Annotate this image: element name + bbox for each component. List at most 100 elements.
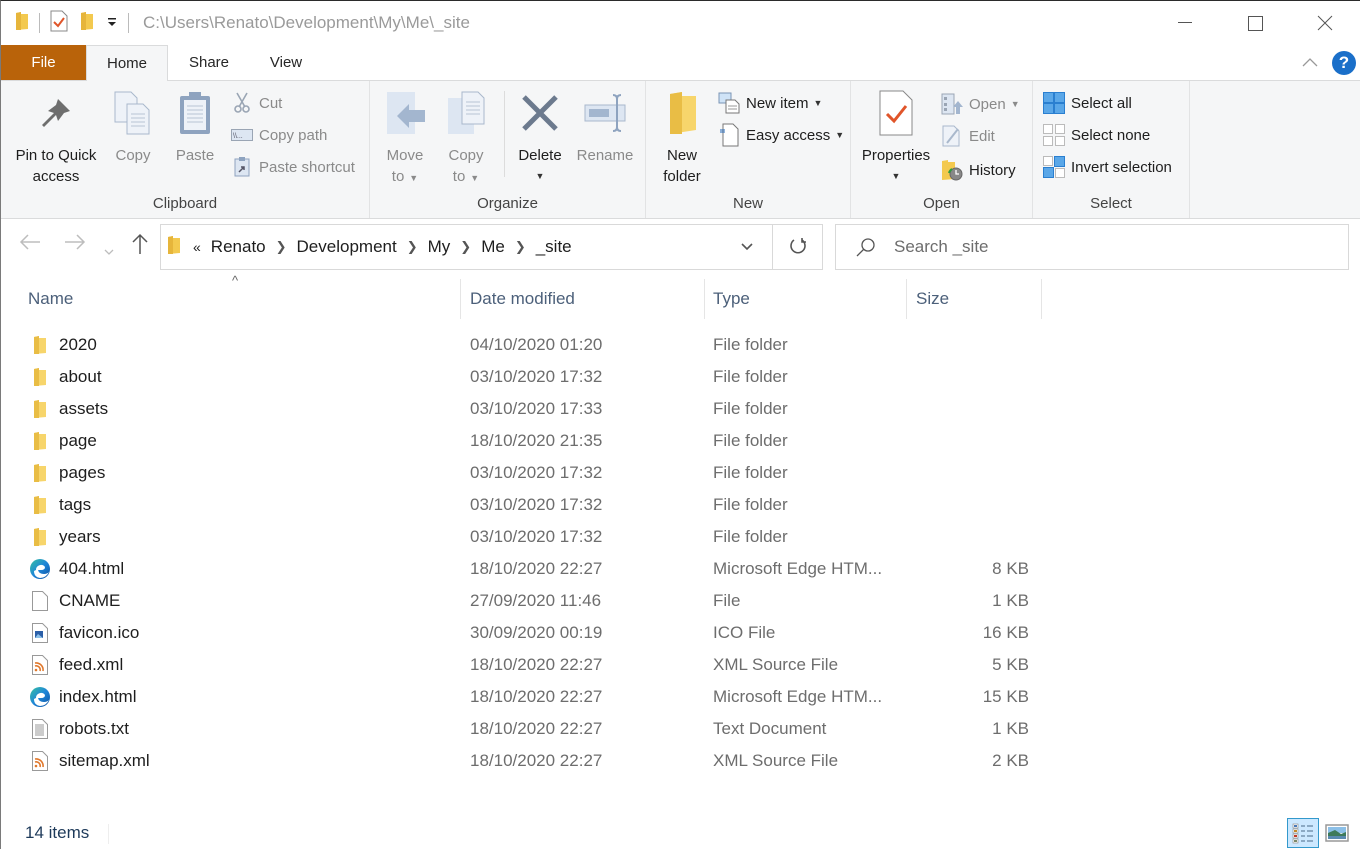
select-none-icon — [1043, 124, 1065, 146]
window-title: C:\Users\Renato\Development\My\Me\_site — [143, 13, 470, 32]
file-name-cell[interactable]: index.html — [29, 681, 136, 713]
maximize-button[interactable] — [1220, 1, 1290, 45]
blank-file-icon — [29, 590, 51, 612]
file-size: 5 KB — [992, 655, 1029, 674]
breadcrumb-chevron-icon[interactable]: ❯ — [515, 239, 526, 255]
back-arrow-icon[interactable] — [19, 233, 41, 257]
folder-icon — [29, 494, 51, 516]
refresh-button[interactable] — [772, 225, 822, 269]
column-divider[interactable] — [704, 279, 705, 319]
select-all-button[interactable]: Select all — [1043, 90, 1132, 116]
paste-button[interactable]: Paste — [171, 87, 219, 166]
invert-selection-button[interactable]: Invert selection — [1043, 154, 1172, 180]
new-folder-icon[interactable] — [80, 11, 94, 36]
address-history-dropdown[interactable] — [722, 225, 772, 269]
file-row[interactable]: CNAME 27/09/2020 11:46 File 1 KB — [1, 585, 1360, 617]
column-divider[interactable] — [906, 279, 907, 319]
help-icon[interactable]: ? — [1332, 51, 1356, 75]
customize-dropdown-icon[interactable] — [106, 16, 118, 31]
search-input[interactable]: Search _site — [835, 224, 1349, 270]
file-name-cell[interactable]: CNAME — [29, 585, 120, 617]
column-header-type[interactable]: Type — [713, 277, 903, 321]
select-none-button[interactable]: Select none — [1043, 122, 1150, 148]
new-folder-button[interactable]: New folder — [656, 87, 708, 187]
easy-access-button[interactable]: Easy access ▼ — [718, 122, 844, 148]
file-row[interactable]: 2020 04/10/2020 01:20 File folder — [1, 329, 1360, 361]
tab-share[interactable]: Share — [168, 45, 250, 80]
file-name-cell[interactable]: pages — [29, 457, 105, 489]
file-name-cell[interactable]: 404.html — [29, 553, 124, 585]
breadcrumb-development[interactable]: Development — [297, 237, 397, 257]
file-name-cell[interactable]: favicon.ico — [29, 617, 139, 649]
file-row[interactable]: index.html 18/10/2020 22:27 Microsoft Ed… — [1, 681, 1360, 713]
minimize-button[interactable] — [1150, 1, 1220, 45]
breadcrumb-chevron-icon[interactable]: ❯ — [407, 239, 418, 255]
column-header-date-modified[interactable]: Date modified — [470, 277, 700, 321]
file-name-cell[interactable]: robots.txt — [29, 713, 129, 745]
copy-button[interactable]: Copy — [109, 87, 157, 166]
file-name-cell[interactable]: feed.xml — [29, 649, 123, 681]
file-row[interactable]: favicon.ico 30/09/2020 00:19 ICO File 16… — [1, 617, 1360, 649]
breadcrumb-chevron-icon[interactable]: ❯ — [460, 239, 471, 255]
recent-locations-chevron-icon[interactable] — [104, 239, 114, 262]
details-view-button[interactable] — [1287, 818, 1319, 848]
breadcrumb-renato[interactable]: Renato — [211, 237, 266, 257]
column-divider[interactable] — [1041, 279, 1042, 319]
file-row[interactable]: page 18/10/2020 21:35 File folder — [1, 425, 1360, 457]
copy-path-icon: \\... — [231, 124, 253, 146]
breadcrumb-chevron-icon[interactable]: ❯ — [276, 239, 287, 255]
file-name-cell[interactable]: sitemap.xml — [29, 745, 150, 777]
file-row[interactable]: about 03/10/2020 17:32 File folder — [1, 361, 1360, 393]
history-button[interactable]: History — [941, 157, 1016, 183]
properties-button[interactable]: Properties ▼ — [859, 87, 933, 187]
breadcrumb-me[interactable]: Me — [481, 237, 505, 257]
file-row[interactable]: robots.txt 18/10/2020 22:27 Text Documen… — [1, 713, 1360, 745]
delete-button[interactable]: Delete ▼ — [514, 87, 566, 187]
file-row[interactable]: tags 03/10/2020 17:32 File folder — [1, 489, 1360, 521]
file-name-cell[interactable]: about — [29, 361, 102, 393]
copy-path-button[interactable]: \\... Copy path — [231, 122, 327, 148]
collapse-ribbon-icon[interactable] — [1302, 54, 1318, 72]
forward-arrow-icon[interactable] — [64, 233, 86, 257]
file-name-cell[interactable]: 2020 — [29, 329, 97, 361]
file-name: tags — [59, 495, 92, 514]
breadcrumb-overflow[interactable]: « — [193, 239, 201, 255]
properties-icon[interactable] — [50, 10, 68, 37]
cut-button[interactable]: Cut — [231, 90, 282, 116]
file-row[interactable]: sitemap.xml 18/10/2020 22:27 XML Source … — [1, 745, 1360, 777]
file-row[interactable]: pages 03/10/2020 17:32 File folder — [1, 457, 1360, 489]
edit-button[interactable]: Edit — [941, 123, 995, 149]
move-to-button[interactable]: Move to ▼ — [380, 87, 430, 189]
tab-view[interactable]: View — [250, 45, 322, 80]
file-type: Microsoft Edge HTM... — [713, 559, 883, 578]
address-bar[interactable]: « Renato ❯ Development ❯ My ❯ Me ❯ _site — [160, 224, 823, 270]
tab-home[interactable]: Home — [86, 45, 168, 81]
file-name-cell[interactable]: page — [29, 425, 97, 457]
file-name: feed.xml — [59, 655, 124, 674]
breadcrumb-my[interactable]: My — [428, 237, 451, 257]
file-row[interactable]: years 03/10/2020 17:32 File folder — [1, 521, 1360, 553]
tab-file[interactable]: File — [1, 45, 86, 80]
paste-shortcut-button[interactable]: Paste shortcut — [231, 154, 355, 180]
breadcrumb-site[interactable]: _site — [536, 237, 572, 257]
column-divider[interactable] — [460, 279, 461, 319]
open-button[interactable]: Open ▼ — [941, 91, 1020, 117]
file-row[interactable]: feed.xml 18/10/2020 22:27 XML Source Fil… — [1, 649, 1360, 681]
rename-button[interactable]: Rename — [574, 87, 636, 166]
column-header-name[interactable]: Name — [28, 277, 458, 321]
file-name-cell[interactable]: tags — [29, 489, 91, 521]
file-name-cell[interactable]: assets — [29, 393, 108, 425]
file-name: about — [59, 367, 102, 386]
new-item-button[interactable]: New item ▼ — [718, 90, 822, 116]
select-all-icon — [1043, 92, 1065, 114]
file-row[interactable]: 404.html 18/10/2020 22:27 Microsoft Edge… — [1, 553, 1360, 585]
file-row[interactable]: assets 03/10/2020 17:33 File folder — [1, 393, 1360, 425]
ribbon-tabs: File Home Share View ? — [1, 45, 1360, 81]
copy-to-button[interactable]: Copy to ▼ — [442, 87, 490, 189]
up-arrow-icon[interactable] — [131, 233, 149, 261]
close-button[interactable] — [1290, 1, 1360, 45]
pin-to-quick-access-button[interactable]: Pin to Quick access — [13, 87, 99, 187]
file-name-cell[interactable]: years — [29, 521, 101, 553]
large-icons-view-button[interactable] — [1321, 818, 1353, 848]
column-header-size[interactable]: Size — [916, 277, 1036, 321]
